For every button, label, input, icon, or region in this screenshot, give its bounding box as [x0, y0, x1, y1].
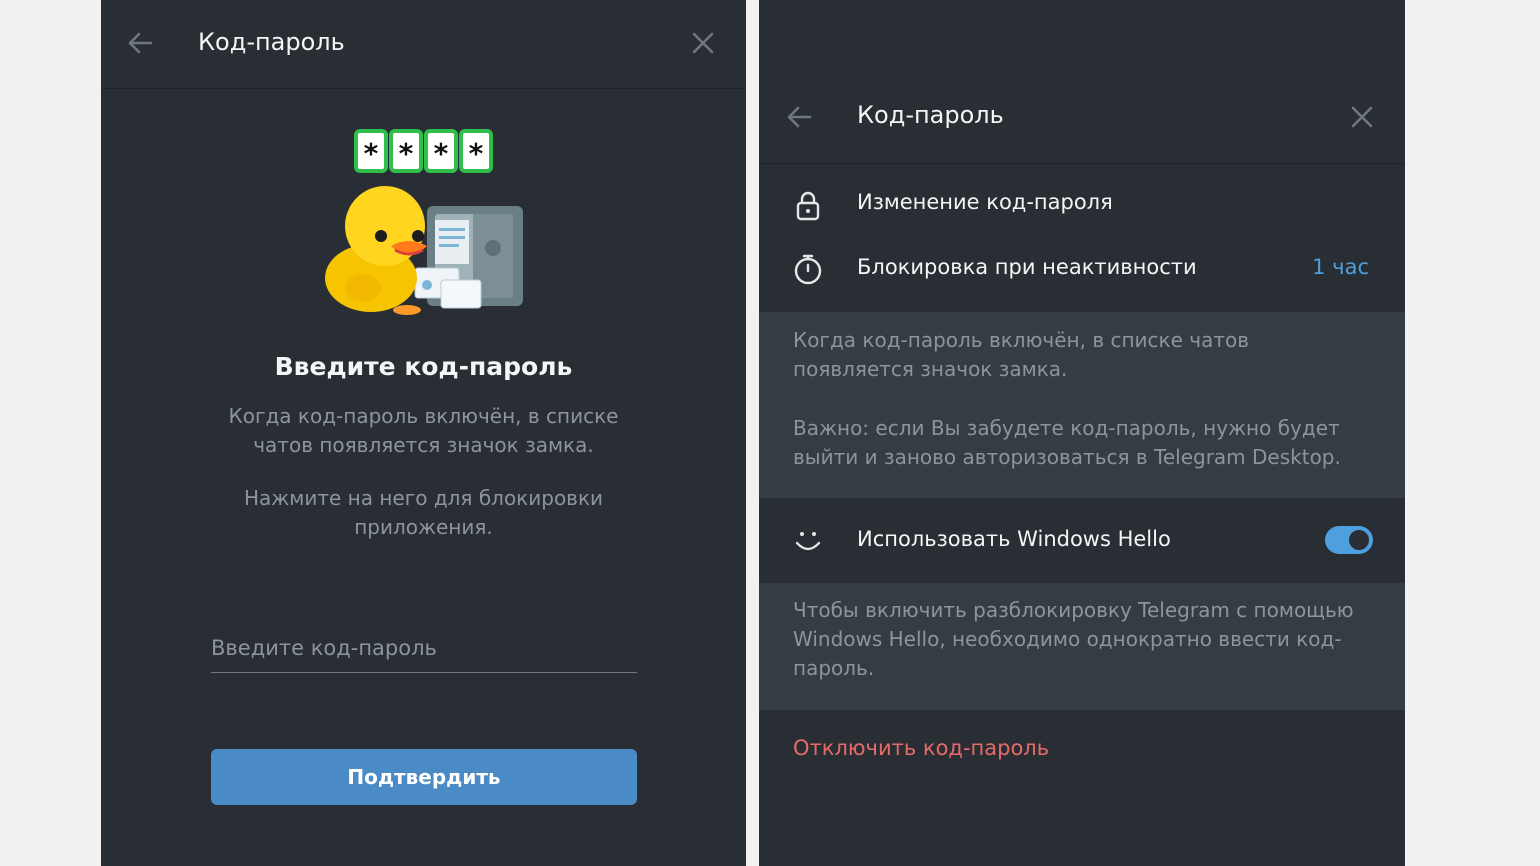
- autolock-label: Блокировка при неактивности: [857, 255, 1197, 279]
- svg-text:*: *: [364, 137, 379, 170]
- passcode-info-text: Когда код-пароль включён, в списке чатов…: [793, 328, 1250, 381]
- passcode-warning-text: Важно: если Вы забудете код-пароль, нужн…: [793, 416, 1341, 469]
- passcode-hint: Нажмите на него для блокировки приложени…: [243, 486, 604, 539]
- windows-hello-toggle[interactable]: [1325, 526, 1373, 554]
- close-icon[interactable]: [1347, 102, 1377, 132]
- duck: [325, 186, 427, 315]
- page-title: Код-пароль: [857, 101, 1004, 129]
- disable-passcode-link[interactable]: Отключить код-пароль: [793, 736, 1049, 760]
- windows-hello-info-text: Чтобы включить разблокировку Telegram с …: [793, 598, 1354, 680]
- header-divider: [759, 163, 1405, 164]
- toggle-knob: [1347, 528, 1371, 552]
- close-icon[interactable]: [688, 28, 718, 58]
- passcode-settings-panel: Код-пароль Изменение код-пароля Блокиров…: [759, 0, 1405, 866]
- password-boxes: * * * *: [354, 129, 493, 173]
- autolock-row[interactable]: Блокировка при неактивности 1 час: [759, 237, 1405, 301]
- page-title: Код-пароль: [198, 28, 345, 56]
- autolock-value[interactable]: 1 час: [1312, 255, 1369, 279]
- passcode-description: Когда код-пароль включён, в списке чатов…: [228, 404, 619, 457]
- passcode-entry-panel: Код-пароль * * * * Введите код-пароль Ко…: [101, 0, 746, 866]
- windows-hello-row[interactable]: Использовать Windows Hello: [759, 507, 1405, 583]
- header-divider: [101, 88, 746, 89]
- windows-hello-label: Использовать Windows Hello: [857, 527, 1171, 551]
- svg-text:*: *: [469, 137, 484, 170]
- back-arrow-icon[interactable]: [125, 28, 155, 58]
- passcode-input[interactable]: [211, 624, 637, 673]
- svg-text:*: *: [399, 137, 414, 170]
- lock-icon: [796, 191, 820, 221]
- passcode-heading: Введите код-пароль: [274, 352, 573, 381]
- change-passcode-row[interactable]: Изменение код-пароля: [759, 172, 1405, 236]
- duck-sticker: * * * *: [325, 129, 523, 315]
- back-arrow-icon[interactable]: [784, 102, 814, 132]
- passcode-info-box: Когда код-пароль включён, в списке чатов…: [759, 312, 1405, 498]
- confirm-button[interactable]: Подтвердить: [211, 749, 637, 805]
- smile-icon: [795, 532, 821, 551]
- change-passcode-label: Изменение код-пароля: [857, 190, 1113, 214]
- windows-hello-info-box: Чтобы включить разблокировку Telegram с …: [759, 583, 1405, 710]
- svg-text:*: *: [434, 137, 449, 170]
- timer-icon: [794, 254, 822, 285]
